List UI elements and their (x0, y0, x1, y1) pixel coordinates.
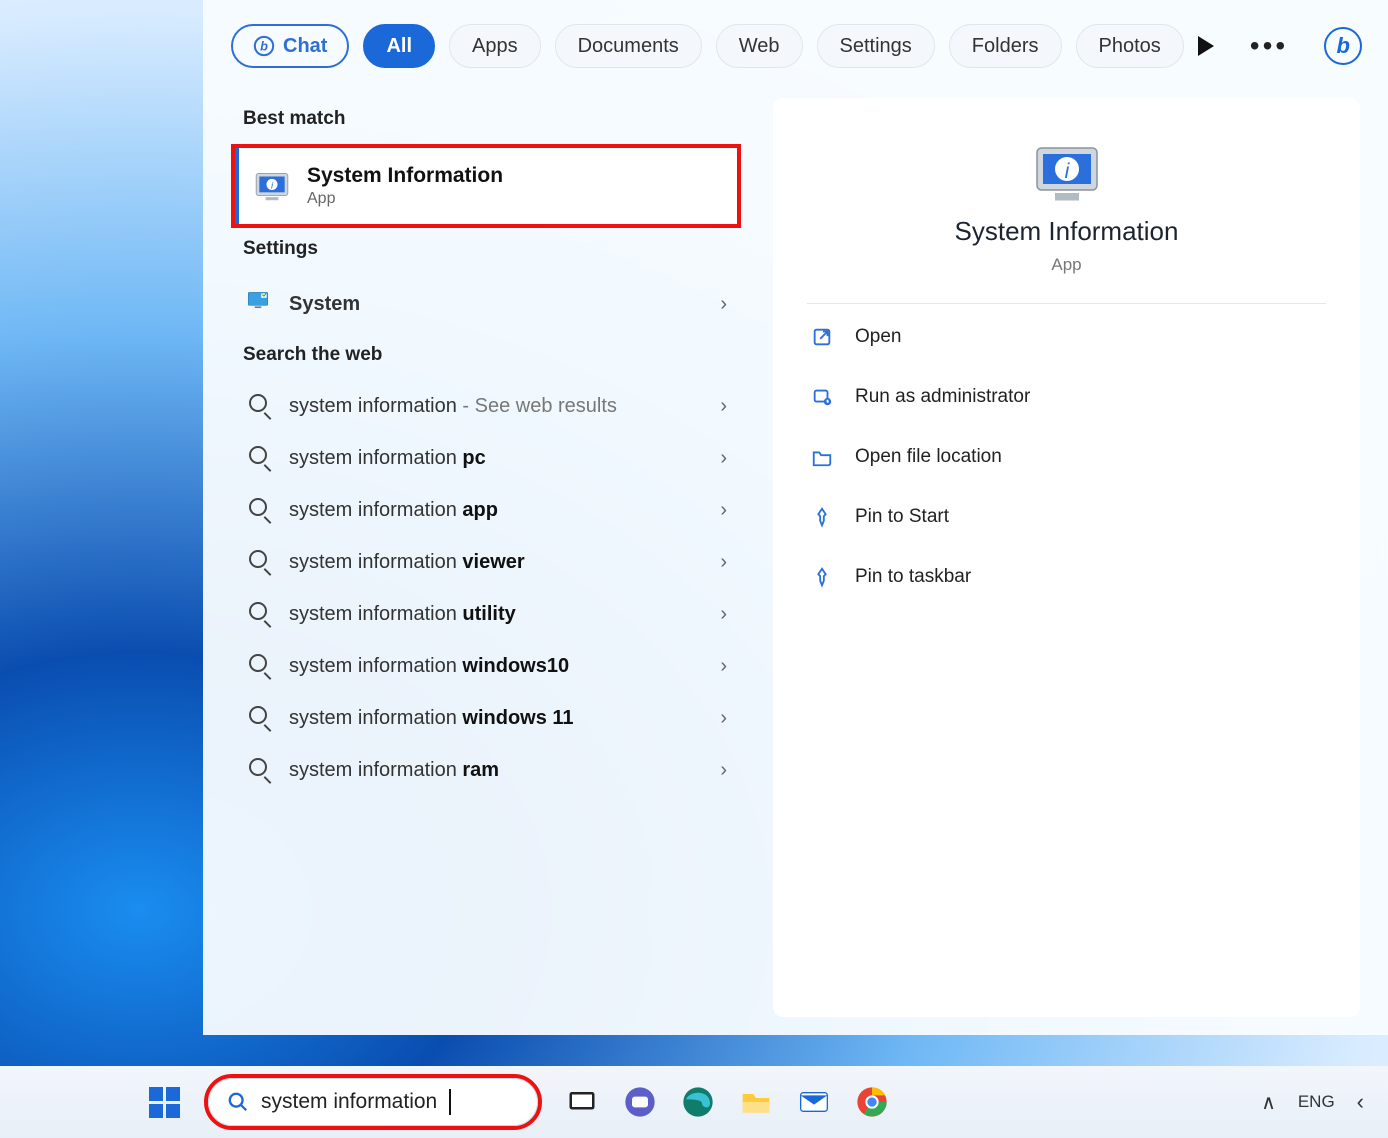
filter-documents[interactable]: Documents (555, 24, 702, 68)
filter-settings[interactable]: Settings (817, 24, 935, 68)
web-result-7[interactable]: system information ram › (231, 744, 741, 796)
chevron-right-icon: › (720, 551, 727, 574)
bing-icon[interactable]: b (1324, 27, 1362, 65)
pin-icon (811, 506, 833, 528)
taskbar: system information ∧ ENG ‹ (0, 1066, 1388, 1138)
results-column: Best match i System Information App (231, 98, 741, 1017)
filter-web[interactable]: Web (716, 24, 803, 68)
web-result-1[interactable]: system information pc › (231, 432, 741, 484)
filter-apps[interactable]: Apps (449, 24, 541, 68)
chrome-button[interactable] (854, 1084, 890, 1120)
folder-icon (811, 446, 833, 468)
open-external-icon (811, 326, 833, 348)
search-icon (249, 706, 267, 724)
taskbar-search-input[interactable]: system information (208, 1078, 538, 1126)
bing-chat-icon: b (253, 35, 275, 57)
result-title: System Information (307, 164, 503, 188)
edge-icon (682, 1086, 714, 1118)
detail-title: System Information (955, 216, 1179, 247)
svg-text:b: b (260, 39, 268, 54)
search-value: system information (261, 1090, 437, 1114)
search-icon (249, 758, 267, 776)
mail-button[interactable] (796, 1084, 832, 1120)
teams-chat-button[interactable] (622, 1084, 658, 1120)
search-filter-tabs: b Chat All Apps Documents Web Settings F… (231, 24, 1360, 68)
web-result-3[interactable]: system information viewer › (231, 536, 741, 588)
language-indicator[interactable]: ENG (1298, 1092, 1335, 1112)
chevron-right-icon: › (720, 447, 727, 470)
folder-icon (740, 1086, 772, 1118)
chat-button[interactable]: b Chat (231, 24, 349, 68)
edge-button[interactable] (680, 1084, 716, 1120)
chevron-right-icon: › (720, 655, 727, 678)
search-icon (249, 394, 267, 412)
action-pin-taskbar[interactable]: Pin to taskbar (807, 550, 1326, 604)
search-icon (249, 550, 267, 568)
annotation-highlight: i System Information App (231, 144, 741, 228)
result-settings-system[interactable]: System › (231, 274, 741, 334)
task-view-icon (567, 1087, 597, 1117)
chevron-right-icon: › (720, 395, 727, 418)
chrome-icon (856, 1086, 888, 1118)
chevron-right-icon: › (720, 499, 727, 522)
tray-chevron-icon[interactable]: ∧ (1261, 1090, 1276, 1115)
action-pin-start[interactable]: Pin to Start (807, 490, 1326, 544)
explorer-button[interactable] (738, 1084, 774, 1120)
shield-admin-icon (811, 386, 833, 408)
web-result-6[interactable]: system information windows 11 › (231, 692, 741, 744)
search-web-header: Search the web (231, 334, 741, 380)
tray-more[interactable]: ‹ (1357, 1089, 1364, 1115)
search-panel: b Chat All Apps Documents Web Settings F… (203, 0, 1388, 1035)
text-caret (449, 1089, 451, 1115)
chevron-right-icon: › (720, 603, 727, 626)
detail-subtitle: App (1051, 255, 1081, 275)
play-icon[interactable] (1198, 36, 1214, 56)
action-open[interactable]: Open (807, 310, 1326, 364)
result-system-information[interactable]: i System Information App (235, 148, 737, 224)
mail-icon (798, 1086, 830, 1118)
chat-bubble-icon (624, 1086, 656, 1118)
search-icon (249, 446, 267, 464)
start-button[interactable] (146, 1084, 182, 1120)
search-icon (249, 498, 267, 516)
filter-photos[interactable]: Photos (1076, 24, 1184, 68)
web-result-5[interactable]: system information windows10 › (231, 640, 741, 692)
web-result-4[interactable]: system information utility › (231, 588, 741, 640)
windows-logo-icon (149, 1087, 180, 1118)
action-run-admin[interactable]: Run as administrator (807, 370, 1326, 424)
action-open-location[interactable]: Open file location (807, 430, 1326, 484)
search-icon (227, 1091, 249, 1113)
display-settings-icon (245, 288, 271, 314)
detail-pane: i System Information App Open Run as adm… (773, 98, 1360, 1017)
result-subtitle: App (307, 190, 503, 208)
filter-folders[interactable]: Folders (949, 24, 1062, 68)
chat-label: Chat (283, 35, 327, 58)
filter-all[interactable]: All (363, 24, 435, 68)
search-icon (249, 602, 267, 620)
pin-icon (811, 566, 833, 588)
task-view-button[interactable] (564, 1084, 600, 1120)
more-options-icon[interactable]: ••• (1250, 42, 1288, 50)
chevron-right-icon: › (720, 759, 727, 782)
search-icon (249, 654, 267, 672)
best-match-header: Best match (231, 98, 741, 144)
system-information-icon: i (1031, 136, 1103, 208)
chevron-right-icon: › (720, 293, 727, 316)
settings-header: Settings (231, 228, 741, 274)
chevron-right-icon: › (720, 707, 727, 730)
system-information-icon: i (253, 167, 291, 205)
settings-item-label: System (289, 293, 360, 316)
web-result-0[interactable]: system information - See web results › (231, 380, 741, 432)
web-result-2[interactable]: system information app › (231, 484, 741, 536)
